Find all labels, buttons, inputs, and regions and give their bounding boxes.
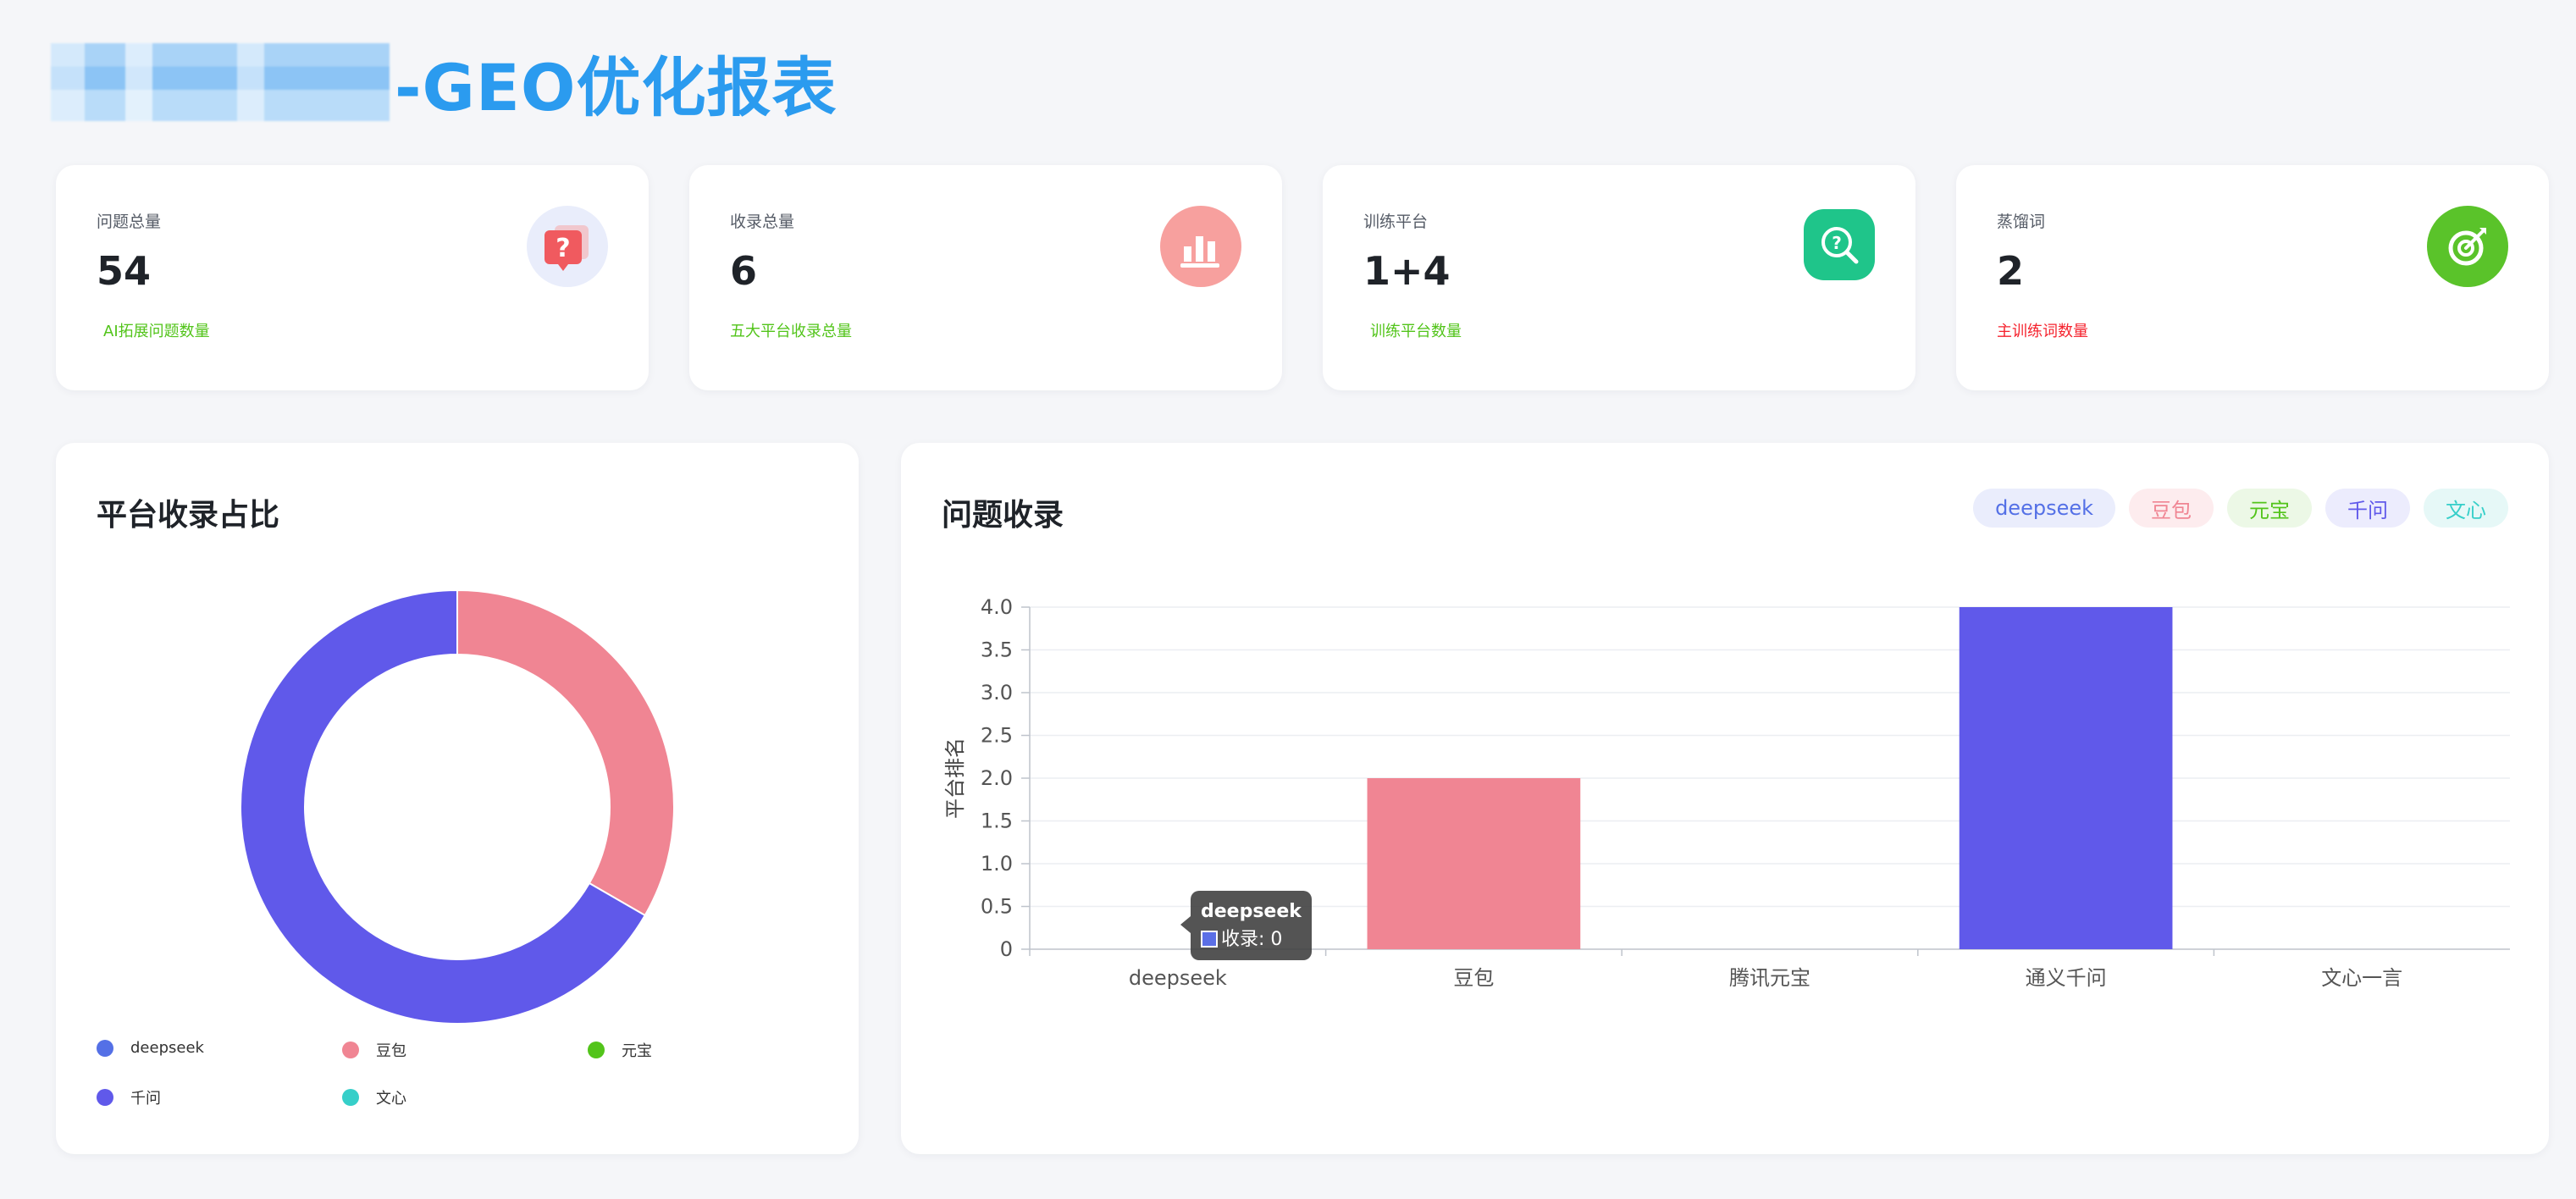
stat-card-platforms: 训练平台 1+4 训练平台数量 ? [1323, 165, 1915, 390]
question-bubble-icon: ? [527, 206, 608, 287]
y-tick-label: 2.5 [981, 724, 1013, 748]
stat-label: 蒸馏词 [1997, 213, 2046, 231]
legend-item-deepseek[interactable]: deepseek [97, 1039, 204, 1057]
search-question-icon: ? [1804, 209, 1875, 280]
chart-tooltip: deepseek 收录: 0 [1180, 891, 1312, 960]
stat-value: 6 [730, 248, 758, 294]
bar-chart: 0 0.5 1.0 1.5 2.0 2.5 3.0 3.5 4.0 平台排名 deepseek 豆包 腾… [943, 595, 2510, 990]
stat-sub: AI拓展问题数量 [103, 323, 210, 340]
y-tick-label: 3.0 [981, 681, 1013, 704]
legend-label: 元宝 [622, 1042, 652, 1060]
stat-card-indexed: 收录总量 6 五大平台收录总量 [689, 165, 1282, 390]
bar-chart-icon [1160, 206, 1241, 287]
page-header: -GEO优化报表 [51, 36, 837, 129]
stat-value: 54 [97, 248, 152, 294]
stat-label: 问题总量 [97, 213, 162, 231]
tooltip-swatch [1201, 931, 1218, 948]
page-title: -GEO优化报表 [395, 50, 837, 125]
bar-豆包[interactable] [1367, 778, 1581, 949]
y-tick-label: 1.0 [981, 852, 1013, 876]
legend-label: deepseek [130, 1039, 204, 1057]
x-tick-label: deepseek [1129, 966, 1227, 990]
legend-swatch [342, 1089, 359, 1106]
stat-card-questions: 问题总量 54 AI拓展问题数量 ? [56, 165, 649, 390]
legend-swatch [97, 1039, 113, 1057]
bar-通义千问[interactable] [1959, 607, 2173, 949]
bar-panel: 问题收录 deepseek 豆包 元宝 千问 文心 0 0.5 1.0 1.5 2.0 2… [901, 443, 2549, 1154]
stat-label: 训练平台 [1363, 213, 1429, 231]
x-tick-label: 腾讯元宝 [1729, 966, 1810, 990]
tooltip-row: 收录: 0 [1201, 925, 1302, 953]
y-tick-label: 0.5 [981, 895, 1013, 919]
stat-value: 2 [1997, 248, 2025, 294]
y-axis-label: 平台排名 [943, 738, 967, 819]
chip-wenxin[interactable]: 文心 [2424, 489, 2508, 528]
svg-text:?: ? [556, 234, 570, 263]
target-icon [2427, 206, 2508, 287]
y-tick-label: 1.5 [981, 809, 1013, 833]
chip-yuanbao[interactable]: 元宝 [2227, 489, 2312, 528]
platform-filter-chips: deepseek 豆包 元宝 千问 文心 [1960, 489, 2508, 528]
stat-card-keywords: 蒸馏词 2 主训练词数量 [1956, 165, 2549, 390]
chip-doubao[interactable]: 豆包 [2129, 489, 2214, 528]
tooltip-text: 收录: 0 [1221, 929, 1283, 950]
stat-sub: 五大平台收录总量 [730, 323, 852, 340]
y-tick-label: 3.5 [981, 638, 1013, 662]
legend-swatch [342, 1042, 359, 1058]
stat-value: 1+4 [1363, 248, 1451, 294]
legend-label: 文心 [376, 1090, 406, 1108]
y-tick-label: 0 [1000, 937, 1013, 961]
svg-text:?: ? [1832, 233, 1842, 253]
tooltip-title: deepseek [1201, 901, 1302, 922]
pie-chart [240, 588, 675, 1025]
legend-label: 千问 [130, 1090, 161, 1108]
stat-sub: 主训练词数量 [1997, 323, 2088, 340]
legend-swatch [97, 1089, 113, 1106]
legend-item-wenxin[interactable]: 文心 [342, 1086, 406, 1108]
y-tick-label: 4.0 [981, 595, 1013, 619]
x-tick-label: 通义千问 [2026, 966, 2107, 990]
stat-sub: 训练平台数量 [1370, 323, 1462, 340]
x-tick-label: 文心一言 [2321, 966, 2402, 990]
legend-swatch [588, 1042, 605, 1058]
stat-label: 收录总量 [730, 213, 795, 231]
pie-slice-豆包[interactable] [456, 588, 675, 917]
pie-panel: 平台收录占比 deepseek 豆包 元宝 千问 文心 [56, 443, 859, 1154]
blurred-brand-name [51, 43, 390, 121]
chip-qianwen[interactable]: 千问 [2325, 489, 2410, 528]
legend-item-yuanbao[interactable]: 元宝 [588, 1039, 652, 1061]
x-tick-label: 豆包 [1453, 966, 1494, 990]
legend-item-qianwen[interactable]: 千问 [97, 1086, 161, 1108]
y-tick-label: 2.0 [981, 766, 1013, 790]
legend-item-doubao[interactable]: 豆包 [342, 1039, 406, 1061]
chip-deepseek[interactable]: deepseek [1973, 489, 2115, 528]
legend-label: 豆包 [376, 1042, 406, 1060]
